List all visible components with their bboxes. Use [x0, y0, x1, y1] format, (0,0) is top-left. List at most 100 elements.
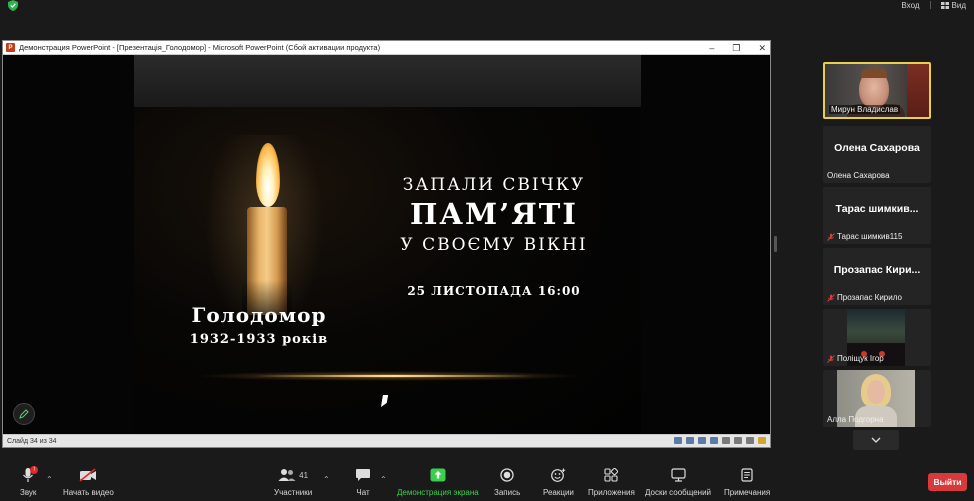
video-icon-wrap — [79, 465, 97, 485]
participant-tile[interactable]: Тарас шимкив... Тарас шимкив115 — [823, 187, 931, 244]
participant-display-name: Тарас шимкив... — [835, 203, 919, 215]
chat-icon-wrap — [355, 465, 371, 485]
chevron-down-icon — [871, 437, 881, 443]
normal-view-icon[interactable] — [722, 437, 730, 444]
participants-icon-wrap: 41 — [278, 465, 308, 485]
pen-tool-button[interactable] — [13, 403, 35, 425]
apps-icon-wrap — [604, 465, 619, 485]
notes-icon — [741, 468, 753, 482]
participant-display-name: Прозапас Кири... — [833, 264, 921, 276]
divider — [929, 1, 931, 9]
record-button[interactable]: Запись — [494, 465, 520, 497]
video-hair — [861, 68, 887, 78]
minimize-button[interactable]: – — [709, 43, 714, 53]
leave-meeting-button[interactable]: Выйти — [928, 473, 967, 491]
participant-name: Мирун Владислав — [829, 105, 901, 114]
start-video-label: Начать видео — [63, 488, 114, 497]
scroll-down-button[interactable] — [853, 430, 899, 450]
sorter-view-icon[interactable] — [734, 437, 742, 444]
notes-icon-wrap — [741, 465, 753, 485]
notes-label: Примечания — [724, 488, 771, 497]
slide-years: 1932-1933 років — [189, 332, 329, 347]
slide-line-light-candle: ЗАПАЛИ СВІЧКУ — [402, 175, 586, 195]
participant-tile[interactable]: Поліщук Ігор — [823, 309, 931, 366]
view-button[interactable]: Вид — [940, 0, 966, 10]
window-controls: – ❐ ✕ — [709, 41, 766, 55]
next-slide-icon[interactable] — [710, 437, 718, 444]
powerpoint-logo-icon: P — [6, 43, 15, 52]
panel-splitter-handle[interactable] — [774, 236, 777, 252]
top-bar: Вход Вид — [0, 0, 974, 14]
ppt-title-bar: P Демонстрация PowerPoint - [Презентація… — [3, 41, 770, 55]
apps-button[interactable]: Приложения — [588, 465, 635, 497]
slide-top-band — [134, 55, 641, 107]
participant-name: Алла Подгорна — [827, 415, 884, 424]
participant-name: Тарас шимкив115 — [827, 232, 902, 241]
start-video-button[interactable]: Начать видео — [63, 465, 114, 497]
slideshow-view-icon[interactable] — [758, 437, 766, 444]
mic-muted-icon — [827, 293, 835, 302]
participant-tile[interactable]: Мирун Владислав — [823, 62, 931, 119]
slide-counter: Слайд 34 из 34 — [7, 437, 57, 445]
slide-area[interactable]: ЗАПАЛИ СВІЧКУ ПАМ’ЯТІ У СВОЄМУ ВІКНІ 25 … — [3, 55, 770, 435]
whiteboards-label: Доски сообщений — [645, 488, 712, 497]
participant-tile[interactable]: Олена Сахарова Олена Сахарова — [823, 126, 931, 183]
menu-icon[interactable] — [698, 437, 706, 444]
prev-slide-icon[interactable] — [674, 437, 682, 444]
participant-tile[interactable]: Алла Подгорна — [823, 370, 931, 427]
mic-muted-icon — [827, 354, 835, 363]
reactions-button[interactable]: Реакции — [543, 465, 574, 497]
slide-date: 25 ЛИСТОПАДА 16:00 — [407, 284, 581, 298]
participant-name: Олена Сахарова — [827, 171, 890, 180]
whiteboards-icon-wrap — [670, 465, 686, 485]
status-view-buttons — [674, 437, 766, 444]
enter-button[interactable]: Вход — [901, 1, 919, 10]
video-off-icon — [79, 468, 97, 482]
view-label: Вид — [951, 0, 966, 10]
meeting-toolbar: ! Звук ⌃ Начать видео 41 Участники ⌃ Чат… — [0, 461, 974, 501]
apps-icon — [604, 468, 619, 482]
notes-button[interactable]: Примечания — [724, 465, 770, 497]
close-button[interactable]: ✕ — [758, 43, 766, 54]
apps-label: Приложения — [588, 488, 635, 497]
participant-name: Прозапас Кирило — [827, 293, 902, 302]
pen-icon[interactable] — [686, 437, 694, 444]
audio-icon-wrap: ! — [22, 465, 39, 485]
slide-golodomor-title: Голодомор — [191, 303, 327, 327]
participant-name: Поліщук Ігор — [827, 354, 884, 363]
share-screen-button[interactable]: Демонстрация экрана — [397, 465, 479, 497]
enter-label: Вход — [901, 0, 920, 10]
background-shelf — [907, 64, 929, 117]
pencil-icon — [19, 409, 29, 419]
audio-options-caret[interactable]: ⌃ — [46, 475, 53, 484]
participants-count: 41 — [299, 470, 309, 480]
participants-label: Участники — [274, 488, 313, 497]
share-screen-label: Демонстрация экрана — [397, 488, 479, 497]
people-icon — [278, 469, 296, 481]
mic-muted-icon — [827, 232, 835, 241]
chat-button[interactable]: Чат — [355, 465, 371, 497]
participant-tile[interactable]: Прозапас Кири... Прозапас Кирило — [823, 248, 931, 305]
whiteboards-button[interactable]: Доски сообщений — [645, 465, 711, 497]
restore-button[interactable]: ❐ — [732, 43, 740, 54]
slide[interactable]: ЗАПАЛИ СВІЧКУ ПАМ’ЯТІ У СВОЄМУ ВІКНІ 25 … — [134, 55, 641, 435]
participant-display-name: Олена Сахарова — [834, 142, 920, 154]
audio-warning-badge: ! — [30, 466, 39, 474]
slide-line-memory: ПАМ’ЯТІ — [410, 197, 578, 231]
smiley-icon — [551, 468, 566, 482]
shield-icon[interactable] — [8, 0, 18, 11]
participants-button[interactable]: 41 Участники — [274, 465, 312, 497]
chat-options-caret[interactable]: ⌃ — [380, 475, 387, 484]
audio-button[interactable]: ! Звук — [20, 465, 39, 497]
share-screen-icon — [430, 468, 446, 482]
record-label: Запись — [494, 488, 521, 497]
top-right-controls: Вход Вид — [901, 0, 966, 10]
ppt-status-bar: Слайд 34 из 34 — [3, 434, 770, 447]
chat-label: Чат — [356, 488, 370, 497]
glow-line-core — [254, 375, 534, 377]
reactions-label: Реакции — [543, 488, 574, 497]
shared-powerpoint-window: P Демонстрация PowerPoint - [Презентація… — [2, 40, 771, 448]
participants-options-caret[interactable]: ⌃ — [323, 475, 330, 484]
reading-view-icon[interactable] — [746, 437, 754, 444]
audio-label: Звук — [20, 488, 37, 497]
